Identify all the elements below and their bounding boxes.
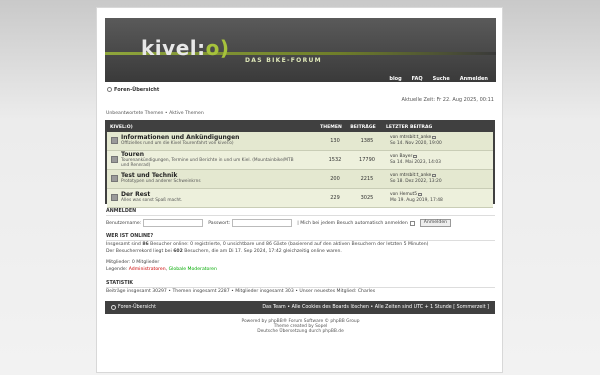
password-input[interactable] [232, 219, 293, 227]
last-post-date: Mo 19. Aug 2019, 17:48 [390, 197, 443, 203]
last-post-date: So 18. Dez 2022, 13:20 [390, 178, 442, 184]
forum-posts-count: 2215 [360, 175, 374, 182]
forum-posts-count: 3025 [360, 194, 374, 201]
forum-read-icon [111, 156, 118, 164]
last-post-author[interactable]: von Hemut5 [390, 192, 417, 197]
remember-label: | Mich bei jedem Besuch automatisch anme… [297, 220, 408, 226]
breadcrumb[interactable]: Foren-Übersicht [107, 87, 159, 93]
forum-read-icon [111, 194, 118, 202]
nav-search[interactable]: Suche [433, 76, 450, 82]
forum-row: Test und Technik Prototypen und anderer … [107, 170, 493, 189]
forum-desc: Tourenankündigungen, Termine und Bericht… [121, 157, 294, 163]
logo-text: kivel: [141, 36, 206, 60]
divider [106, 215, 495, 216]
footer-home-link[interactable]: Foren-Übersicht [118, 305, 156, 310]
forum-row: Informationen und Ankündigungen Offiziel… [107, 132, 493, 151]
online-info: Insgesamt sind 86 Besucher online: 0 reg… [106, 242, 428, 255]
breadcrumb-label: Foren-Übersicht [114, 87, 160, 93]
current-time: Aktuelle Zeit: Fr 22. Aug 2025, 00:11 [401, 97, 494, 103]
login-title: ANMELDEN [106, 209, 137, 214]
online-title: WER IST ONLINE? [106, 234, 154, 239]
goto-last-post-icon[interactable] [432, 173, 437, 177]
column-last-post: LETZTER BEITRAG [386, 124, 433, 130]
top-nav: blog FAQ Suche Anmelden [389, 76, 488, 82]
legend-admin[interactable]: Administratoren [129, 267, 166, 272]
site-header: kivel:o) DAS BIKE-FORUM blog FAQ Suche A… [105, 18, 496, 82]
forum-topics-count: 229 [330, 194, 340, 201]
footer-bar: Foren-Übersicht Das Team • Alle Cookies … [105, 301, 495, 314]
home-icon [107, 87, 112, 92]
nav-blog[interactable]: blog [389, 76, 401, 82]
goto-last-post-icon[interactable] [413, 154, 418, 158]
nav-faq[interactable]: FAQ [412, 76, 423, 82]
goto-last-post-icon[interactable] [418, 192, 423, 196]
forum-desc: Alles was sonst Spaß macht. [121, 198, 183, 204]
footer-links[interactable]: Das Team • Alle Cookies des Boards lösch… [262, 305, 489, 310]
forum-posts-count: 1385 [360, 137, 374, 144]
home-icon [111, 305, 116, 310]
login-form: Benutzername: Passwort: | Mich bei jedem… [106, 219, 452, 227]
logo-bracket: o) [205, 36, 230, 60]
legend-line: Legende: Administratoren, Globale Modera… [106, 266, 217, 272]
forum-row: Der Rest Alles was sonst Spaß macht. 229… [107, 189, 493, 208]
forum-desc: Offizielles rund um die Kivel Tourenfahr… [121, 141, 234, 147]
goto-last-post-icon[interactable] [432, 135, 437, 139]
quick-links[interactable]: Unbeantwortete Themen • Aktive Themen [106, 111, 204, 116]
forum-desc: und Rennrad) [121, 162, 151, 168]
last-post-date: So 14. Nov 2020, 19:00 [390, 140, 442, 146]
site-logo[interactable]: kivel:o) [141, 36, 230, 60]
column-posts: BEITRÄGE [350, 124, 376, 130]
members-info: Mitglieder: 0 Mitglieder Legende: Admini… [106, 260, 217, 273]
last-post-author[interactable]: von mtrsbit:t_anke [390, 173, 431, 178]
copyright: Powered by phpBB® Forum Software © phpBB… [97, 319, 504, 334]
forum-topics-count: 130 [330, 137, 340, 144]
forum-read-icon [111, 137, 118, 145]
forum-table: KIVEL:O) THEMEN BEITRÄGE LETZTER BEITRAG… [105, 120, 495, 208]
record-line: Der Besucherrekord liegt bei 602 Besuche… [106, 248, 342, 254]
password-label: Passwort: [208, 220, 231, 226]
forum-read-icon [111, 175, 118, 183]
page-wrapper: kivel:o) DAS BIKE-FORUM blog FAQ Suche A… [96, 7, 503, 373]
site-tagline: DAS BIKE-FORUM [245, 57, 322, 64]
legend-mod[interactable]: Globale Moderatoren [169, 267, 217, 272]
login-button[interactable]: Anmelden [419, 219, 452, 227]
forum-topics-count: 1532 [328, 156, 342, 163]
forum-row: Touren Tourenankündigungen, Termine und … [107, 151, 493, 170]
column-category[interactable]: KIVEL:O) [107, 125, 315, 130]
username-input[interactable] [143, 219, 204, 227]
stats-title: STATISTIK [106, 281, 133, 286]
last-post-author[interactable]: von Bayer [390, 154, 412, 159]
divider [106, 240, 495, 241]
copyright-line: Deutsche Übersetzung durch phpBB.de [257, 329, 344, 334]
column-topics: THEMEN [320, 124, 342, 130]
forum-table-header: KIVEL:O) THEMEN BEITRÄGE LETZTER BEITRAG [107, 122, 493, 132]
stats-line: Beiträge insgesamt 30297 • Themen insges… [106, 289, 376, 294]
nav-login[interactable]: Anmelden [460, 76, 488, 82]
last-post-date: Sa 14. Mai 2023, 14:03 [390, 159, 441, 165]
forum-topics-count: 200 [330, 175, 340, 182]
username-label: Benutzername: [106, 220, 142, 226]
forum-desc: Prototypen und anderer Schweinkrns [121, 179, 201, 185]
forum-posts-count: 17790 [359, 156, 375, 163]
last-post-author[interactable]: von mtrsbit:t_anke [390, 135, 431, 140]
divider [106, 287, 495, 288]
remember-checkbox[interactable] [409, 220, 415, 226]
